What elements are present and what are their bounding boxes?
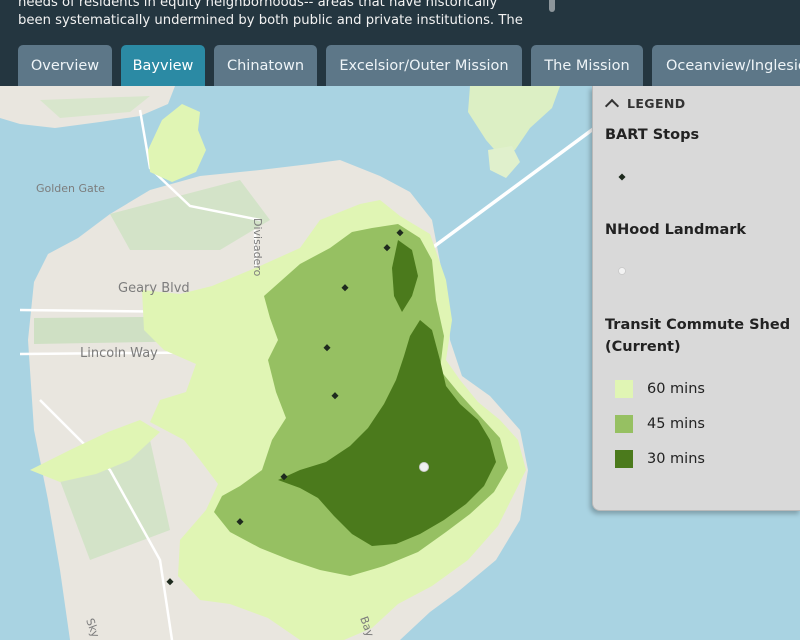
legend-bart-title: BART Stops	[605, 127, 700, 143]
tab-excelsior-outer-mission[interactable]: Excelsior/Outer Mission	[326, 45, 522, 86]
label-geary-blvd: Geary Blvd	[118, 281, 190, 296]
legend-landmark-title: NHood Landmark	[605, 222, 747, 238]
legend-shed-title-line1: Transit Commute Shed	[605, 317, 791, 333]
legend-header-label: LEGEND	[627, 96, 686, 111]
intro-line: needs of residents in equity neighborhoo…	[18, 0, 498, 10]
white-dot-icon	[618, 267, 626, 275]
page-header: needs of residents in equity neighborhoo…	[0, 0, 800, 86]
label-lincoln-way: Lincoln Way	[80, 346, 158, 361]
swatch-60-min	[615, 380, 633, 398]
legend-30-label: 30 mins	[647, 451, 705, 467]
tab-chinatown[interactable]: Chinatown	[214, 45, 317, 86]
tab-overview[interactable]: Overview	[18, 45, 112, 86]
legend-45-label: 45 mins	[647, 416, 705, 432]
legend-toggle[interactable]: LEGEND	[604, 96, 686, 113]
legend-shed-title-line2: (Current)	[605, 339, 681, 355]
tab-the-mission[interactable]: The Mission	[531, 45, 643, 86]
label-divisadero: Divisadero	[251, 218, 264, 277]
tab-oceanview-inglesio[interactable]: Oceanview/Inglesio	[652, 45, 800, 86]
legend-shed-title: Transit Commute Shed (Current)	[605, 314, 790, 358]
intro-line: been systematically undermined by both p…	[18, 13, 523, 28]
intro-text: needs of residents in equity neighborhoo…	[18, 0, 548, 30]
swatch-45-min	[615, 415, 633, 433]
legend-60-label: 60 mins	[647, 381, 705, 397]
chevron-up-icon	[604, 98, 620, 113]
nhood-landmark-marker	[419, 462, 429, 472]
tab-bayview[interactable]: Bayview	[121, 45, 205, 86]
black-diamond-icon	[618, 173, 626, 181]
swatch-30-min	[615, 450, 633, 468]
header-scrollbar[interactable]	[549, 0, 555, 12]
legend-panel: LEGEND BART Stops NHood Landmark Transit…	[592, 86, 800, 511]
label-golden-gate: Golden Gate	[36, 182, 105, 195]
